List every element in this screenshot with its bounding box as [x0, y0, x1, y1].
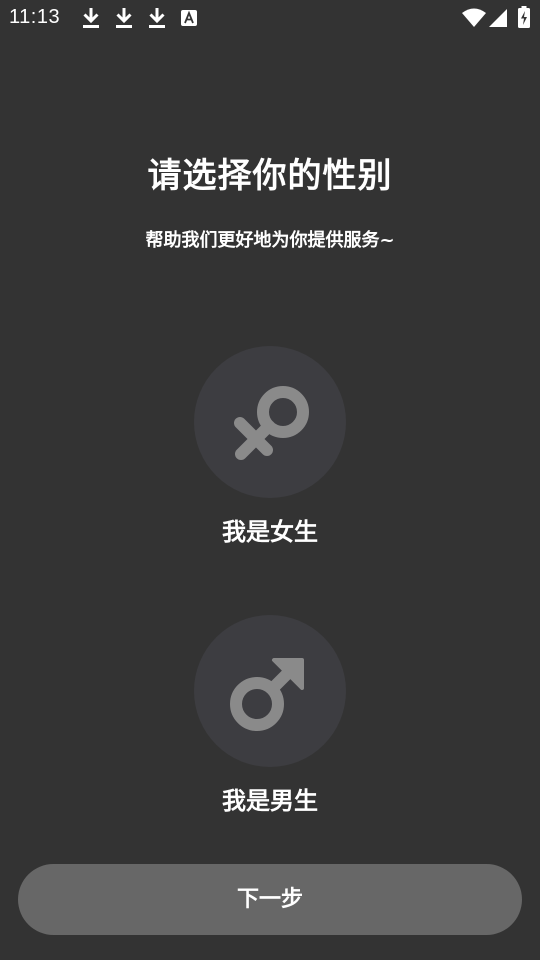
- font-app-icon: [181, 10, 197, 26]
- page-subtitle: 帮助我们更好地为你提供服务~: [145, 230, 395, 251]
- download-icon: [149, 8, 165, 28]
- male-option-label: 我是男生: [222, 787, 318, 815]
- status-time: 11:13: [9, 6, 61, 28]
- male-option[interactable]: 我是男生: [170, 615, 370, 825]
- male-symbol-icon: [230, 658, 304, 731]
- cellular-signal-icon: [489, 9, 507, 27]
- status-bar: 11:13: [0, 0, 540, 36]
- female-symbol-icon: [234, 386, 309, 460]
- female-option-label: 我是女生: [222, 518, 318, 546]
- battery-charging-icon: [518, 6, 530, 28]
- page-title: 请选择你的性别: [147, 156, 393, 196]
- female-option[interactable]: 我是女生: [170, 346, 370, 556]
- female-option-circle[interactable]: [194, 346, 346, 498]
- download-icon: [83, 8, 99, 28]
- next-button[interactable]: 下一步: [18, 864, 522, 935]
- wifi-icon: [462, 8, 486, 27]
- male-option-circle[interactable]: [194, 615, 346, 767]
- download-icon: [116, 8, 132, 28]
